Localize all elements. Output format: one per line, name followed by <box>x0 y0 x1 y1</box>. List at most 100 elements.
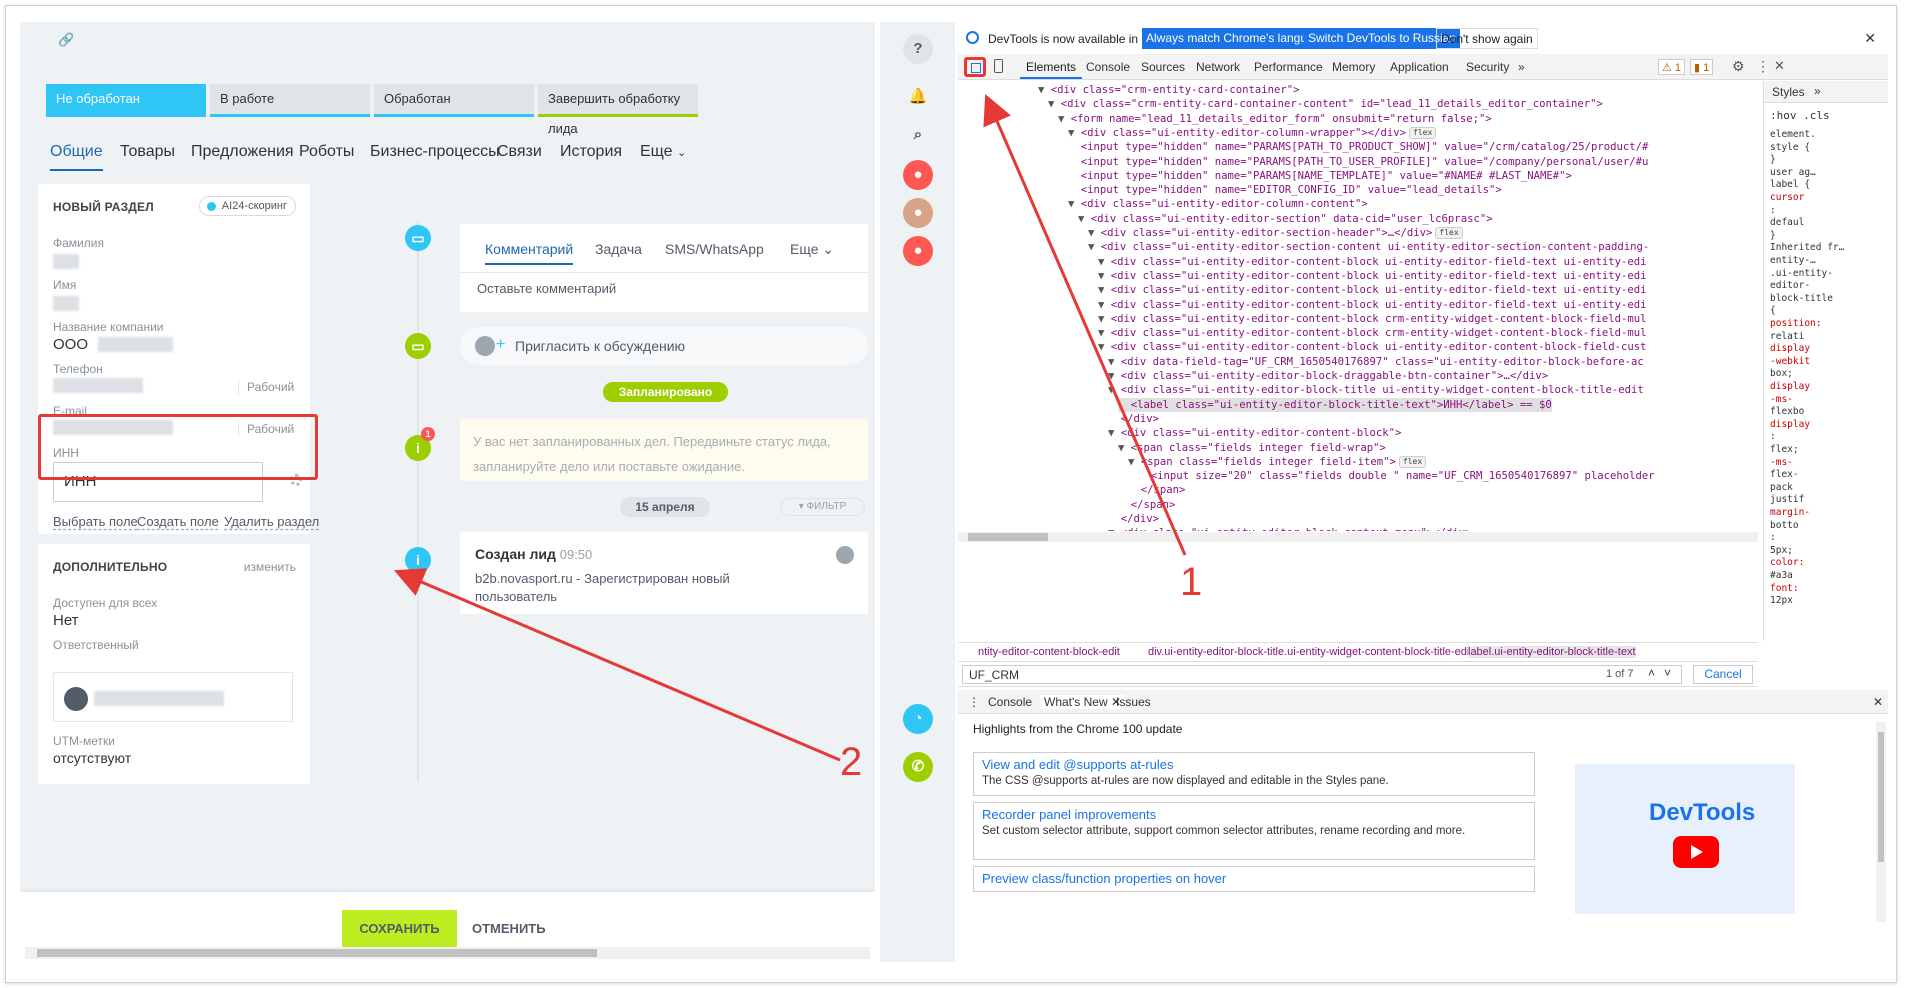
tab-performance[interactable]: Performance <box>1254 60 1323 74</box>
expand-triangle-icon[interactable]: ▼ <box>1068 127 1081 139</box>
tab-sources[interactable]: Sources <box>1141 60 1185 74</box>
dont-show-again-button[interactable]: Don't show again <box>1436 28 1538 49</box>
dom-node-line[interactable]: ▼ <div class="ui-entity-editor-content-b… <box>1098 269 1647 283</box>
stage-finish[interactable]: Завершить обработку лида <box>538 84 698 136</box>
expand-triangle-icon[interactable]: ▼ <box>1068 198 1081 210</box>
expand-triangle-icon[interactable]: ▼ <box>1098 341 1111 353</box>
expand-triangle-icon[interactable] <box>1108 513 1121 525</box>
dom-node-line[interactable]: ▼ <span class="fields integer field-item… <box>1128 455 1427 469</box>
dom-node-line[interactable]: ▼ <div class="ui-entity-editor-column-co… <box>1068 197 1368 211</box>
expand-triangle-icon[interactable] <box>1128 484 1141 496</box>
scroll-thumb[interactable] <box>37 949 597 957</box>
cancel-search-button[interactable]: Cancel <box>1693 665 1753 684</box>
next-match-icon[interactable]: ˅ <box>1664 666 1671 680</box>
dom-node-line[interactable]: ▼ <div class="ui-entity-editor-content-b… <box>1098 255 1647 269</box>
search-input[interactable]: UF_CRM <box>962 665 1682 684</box>
flex-badge[interactable]: flex <box>1409 126 1437 139</box>
expand-triangle-icon[interactable] <box>1118 399 1131 411</box>
settings-gear-icon[interactable]: ⚙ <box>1732 58 1745 75</box>
news-title[interactable]: Preview class/function properties on hov… <box>982 871 1526 886</box>
expand-triangle-icon[interactable]: ▼ <box>1048 98 1061 110</box>
expand-triangle-icon[interactable]: ▼ <box>1108 427 1121 439</box>
expand-triangle-icon[interactable] <box>1138 470 1151 482</box>
phone-icon[interactable]: ✆ <box>903 752 933 782</box>
dom-node-line[interactable]: ▼ <div class="ui-entity-editor-section-c… <box>1088 240 1649 254</box>
expand-triangle-icon[interactable] <box>1118 499 1131 511</box>
youtube-play-icon[interactable] <box>1673 836 1719 868</box>
tab-history[interactable]: История <box>560 143 622 161</box>
dom-node-line[interactable]: ▼ <div class="ui-entity-editor-block-tit… <box>1108 383 1644 397</box>
breadcrumb-item-active[interactable]: label.ui-entity-editor-block-title-text <box>1468 646 1636 658</box>
invite-to-discussion[interactable]: + Пригласить к обсуждению <box>460 327 868 365</box>
dom-node-line[interactable]: ▼ <form name="lead_11_details_editor_for… <box>1058 112 1492 126</box>
link-icon[interactable]: 🔗 <box>58 32 74 48</box>
tab-network[interactable]: Network <box>1196 60 1240 74</box>
dom-node-line[interactable]: </span> <box>1128 483 1186 497</box>
dom-node-line[interactable]: <input size="20" class="fields double " … <box>1138 469 1655 483</box>
expand-triangle-icon[interactable]: ▼ <box>1108 356 1121 368</box>
kebab-menu-icon[interactable]: ⋮ <box>1756 58 1770 75</box>
expand-triangle-icon[interactable]: ▼ <box>1098 256 1111 268</box>
dom-node-line[interactable]: </span> <box>1118 498 1176 512</box>
expand-triangle-icon[interactable]: ▼ <box>1108 370 1121 382</box>
dom-node-line[interactable]: ▼ <div data-field-tag="UF_CRM_1650540176… <box>1108 355 1644 369</box>
news-item[interactable]: Recorder panel improvements Set custom s… <box>973 802 1535 860</box>
tab-console[interactable]: Console <box>1086 60 1130 74</box>
save-button[interactable]: СОХРАНИТЬ <box>342 910 457 948</box>
dom-node-line[interactable]: ▼ <div class="ui-entity-editor-content-b… <box>1098 298 1647 312</box>
tab-business-processes[interactable]: Бизнес-процессы <box>370 143 500 161</box>
tab-more[interactable]: Еще ⌄ <box>790 241 834 258</box>
scroll-thumb[interactable] <box>1878 732 1884 862</box>
select-field-link[interactable]: Выбрать поле <box>53 514 138 529</box>
chat-bubble-icon[interactable]: ◔ <box>903 704 933 734</box>
expand-triangle-icon[interactable]: ▼ <box>1098 327 1111 339</box>
drawer-tab-issues[interactable]: Issues <box>1116 695 1151 709</box>
elements-hscroll[interactable] <box>958 532 1758 542</box>
dom-node-line[interactable]: <input type="hidden" name="PARAMS[NAME_T… <box>1068 169 1572 183</box>
dom-node-line[interactable]: <input type="hidden" name="PARAMS[PATH_T… <box>1068 140 1649 154</box>
expand-triangle-icon[interactable]: ▼ <box>1098 270 1111 282</box>
scroll-thumb[interactable] <box>968 533 1048 541</box>
tab-comment[interactable]: Комментарий <box>485 241 574 265</box>
dom-node-line[interactable]: ▼ <div class="ui-entity-editor-section" … <box>1078 212 1493 226</box>
tab-links[interactable]: Связи <box>497 143 542 161</box>
dom-node-line[interactable]: ▼ <div class="crm-entity-card-container"… <box>1038 83 1300 97</box>
news-title[interactable]: Recorder panel improvements <box>982 807 1526 822</box>
styles-tab[interactable]: Styles <box>1772 85 1805 99</box>
stage-not-processed[interactable]: Не обработан <box>46 84 206 117</box>
user-avatar-icon[interactable]: ● <box>903 160 933 190</box>
dom-node-line[interactable]: </div> <box>1108 512 1159 526</box>
drawer-scrollbar[interactable] <box>1876 722 1886 922</box>
dom-node-line[interactable]: ▼ <div class="ui-entity-editor-column-wr… <box>1068 126 1437 140</box>
flex-badge[interactable]: flex <box>1398 455 1427 468</box>
inspect-element-button[interactable] <box>964 57 986 77</box>
tab-products[interactable]: Товары <box>120 143 175 161</box>
dom-node-line[interactable]: ▼ <span class="fields integer field-wrap… <box>1118 441 1386 455</box>
dom-node-line[interactable]: ▼ <div class="ui-entity-editor-content-b… <box>1108 426 1401 440</box>
expand-triangle-icon[interactable] <box>1068 156 1081 168</box>
cancel-button[interactable]: ОТМЕНИТЬ <box>472 910 546 948</box>
search-icon[interactable]: ⌕ <box>903 120 933 150</box>
dom-node-line[interactable]: <label class="ui-entity-editor-block-tit… <box>1118 397 1552 412</box>
more-tabs-chevron[interactable]: » <box>1814 84 1821 98</box>
filter-button[interactable]: ▾ ФИЛЬТР <box>780 498 865 516</box>
expand-triangle-icon[interactable]: ▼ <box>1088 241 1101 253</box>
match-language-button[interactable]: Always match Chrome's language <box>1142 28 1332 49</box>
dom-node-line[interactable]: <input type="hidden" name="EDITOR_CONFIG… <box>1068 183 1502 197</box>
expand-triangle-icon[interactable]: ▼ <box>1098 299 1111 311</box>
tab-application[interactable]: Application <box>1390 60 1449 74</box>
dom-node-line[interactable]: <input type="hidden" name="PARAMS[PATH_T… <box>1068 155 1649 169</box>
news-title[interactable]: View and edit @supports at-rules <box>982 757 1526 772</box>
drawer-tab-console[interactable]: Console <box>988 695 1032 709</box>
dom-node-line[interactable]: ▼ <div class="ui-entity-editor-content-b… <box>1098 283 1647 297</box>
create-field-link[interactable]: Создать поле <box>137 514 219 529</box>
expand-triangle-icon[interactable]: ▼ <box>1088 227 1101 239</box>
expand-triangle-icon[interactable]: ▼ <box>1078 213 1091 225</box>
user-photo-avatar[interactable]: ● <box>903 198 933 228</box>
dom-node-line[interactable]: ▼ <div class="ui-entity-editor-content-b… <box>1098 326 1647 340</box>
drawer-tab-whats-new[interactable]: What's New ✕ <box>1040 695 1126 709</box>
news-item[interactable]: Preview class/function properties on hov… <box>973 866 1535 892</box>
flex-badge[interactable]: flex <box>1435 227 1463 239</box>
expand-triangle-icon[interactable] <box>1108 413 1121 425</box>
dom-node-line[interactable]: ▼ <div class="ui-entity-editor-block-con… <box>1108 526 1472 531</box>
